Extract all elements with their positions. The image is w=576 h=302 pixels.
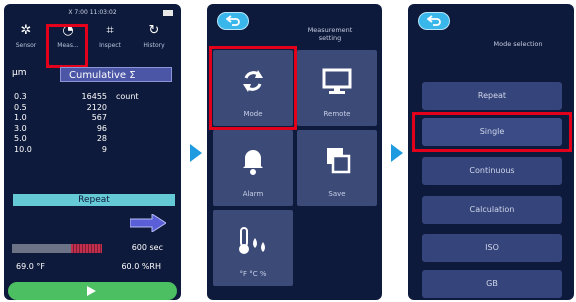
size-cell: 0.5 <box>14 102 27 112</box>
tile-mode-label: Mode <box>243 110 263 118</box>
option-gb[interactable]: GB <box>422 270 562 298</box>
gauge-icon: ◔ <box>62 23 74 38</box>
size-cell: 1.0 <box>14 113 27 122</box>
table-row: 5.0 28 <box>4 134 181 145</box>
refresh-icon <box>243 70 263 92</box>
option-calculation[interactable]: Calculation <box>422 196 562 224</box>
mode-indicator: Repeat <box>13 194 175 206</box>
inspect-icon: ⌗ <box>106 23 114 38</box>
option-single[interactable]: Single <box>422 118 562 146</box>
tile-save[interactable]: Save <box>297 130 377 206</box>
tile-units[interactable]: °F °C % <box>213 210 293 286</box>
flow-arrow-icon <box>391 144 403 162</box>
tile-remote-label: Remote <box>323 110 351 118</box>
thermometer-icon <box>239 227 265 254</box>
page-title: Mode selection <box>493 40 543 48</box>
option-iso[interactable]: ISO <box>422 234 562 262</box>
table-row: 1.0 567 <box>4 113 181 124</box>
play-icon <box>87 286 96 296</box>
unit-label: μm <box>12 68 27 78</box>
tab-history[interactable]: ↻ History <box>134 20 174 58</box>
size-cell: 5.0 <box>14 134 27 143</box>
tile-units-label: °F °C % <box>239 270 267 278</box>
tile-save-label: Save <box>328 190 346 198</box>
flow-arrow-icon <box>190 144 202 162</box>
monitor-icon <box>322 68 352 94</box>
tab-sensor[interactable]: ✲ Sensor <box>6 20 46 58</box>
count-cell: 2120 <box>86 102 107 112</box>
back-button[interactable] <box>217 12 249 30</box>
tab-measure[interactable]: ◔ Meas... <box>48 20 88 58</box>
page-title: Measurement setting <box>307 26 353 42</box>
count-cell: 567 <box>91 113 107 122</box>
cumulative-selector[interactable]: Cumulative Σ <box>60 67 172 82</box>
tab-inspect[interactable]: ⌗ Inspect <box>90 20 130 58</box>
size-cell: 3.0 <box>14 123 27 133</box>
status-bar: X 7:00 11:03:02 <box>4 6 181 20</box>
measurement-setting-screen: Measurement setting Mode Remote Alarm Sa… <box>207 4 382 300</box>
tab-history-label: History <box>143 42 165 49</box>
battery-icon <box>163 10 173 16</box>
particle-table: 0.3 16455 count 0.5 2120 1.0 567 3.0 96 5.0 28… <box>4 92 181 155</box>
mode-selection-screen: Mode selection Repeat Single Continuous … <box>408 4 574 300</box>
count-cell: 96 <box>96 123 107 133</box>
gear-icon: ✲ <box>20 23 32 38</box>
tab-sensor-label: Sensor <box>15 42 37 49</box>
history-icon: ↻ <box>148 23 160 38</box>
table-header: μm Cumulative Σ <box>4 66 181 82</box>
size-cell: 10.0 <box>14 144 32 154</box>
back-arrow-icon <box>226 15 240 26</box>
copy-icon <box>327 148 351 174</box>
tile-mode[interactable]: Mode <box>213 50 293 126</box>
count-cell: 9 <box>101 144 107 154</box>
humidity-readout: 60.0 %RH <box>121 262 161 271</box>
count-unit: count <box>116 92 139 101</box>
back-button[interactable] <box>418 12 450 30</box>
tab-inspect-label: Inspect <box>99 42 121 49</box>
table-row: 0.5 2120 <box>4 103 181 114</box>
bell-icon <box>243 150 263 175</box>
progress-bar <box>12 244 102 253</box>
seconds-readout: 600 sec <box>131 243 163 252</box>
progress-fill <box>70 244 102 253</box>
next-arrow-icon[interactable] <box>130 214 166 232</box>
table-row: 10.0 9 <box>4 145 181 156</box>
tab-measure-label: Meas... <box>57 42 79 49</box>
top-tab-bar: ✲ Sensor ◔ Meas... ⌗ Inspect ↻ History <box>4 20 181 58</box>
start-button[interactable] <box>8 282 177 300</box>
count-cell: 28 <box>96 134 107 143</box>
measurement-screen: X 7:00 11:03:02 ✲ Sensor ◔ Meas... ⌗ Ins… <box>4 4 181 300</box>
tile-alarm[interactable]: Alarm <box>213 130 293 206</box>
count-cell: 16455 <box>81 92 107 101</box>
back-arrow-icon <box>427 15 441 26</box>
table-row: 0.3 16455 count <box>4 92 181 103</box>
tile-remote[interactable]: Remote <box>297 50 377 126</box>
size-cell: 0.3 <box>14 92 27 101</box>
tile-alarm-label: Alarm <box>242 190 264 198</box>
table-row: 3.0 96 <box>4 124 181 135</box>
temperature-readout: 69.0 °F <box>16 262 45 271</box>
status-time: X 7:00 11:03:02 <box>68 9 117 16</box>
option-continuous[interactable]: Continuous <box>422 157 562 185</box>
option-repeat[interactable]: Repeat <box>422 82 562 110</box>
